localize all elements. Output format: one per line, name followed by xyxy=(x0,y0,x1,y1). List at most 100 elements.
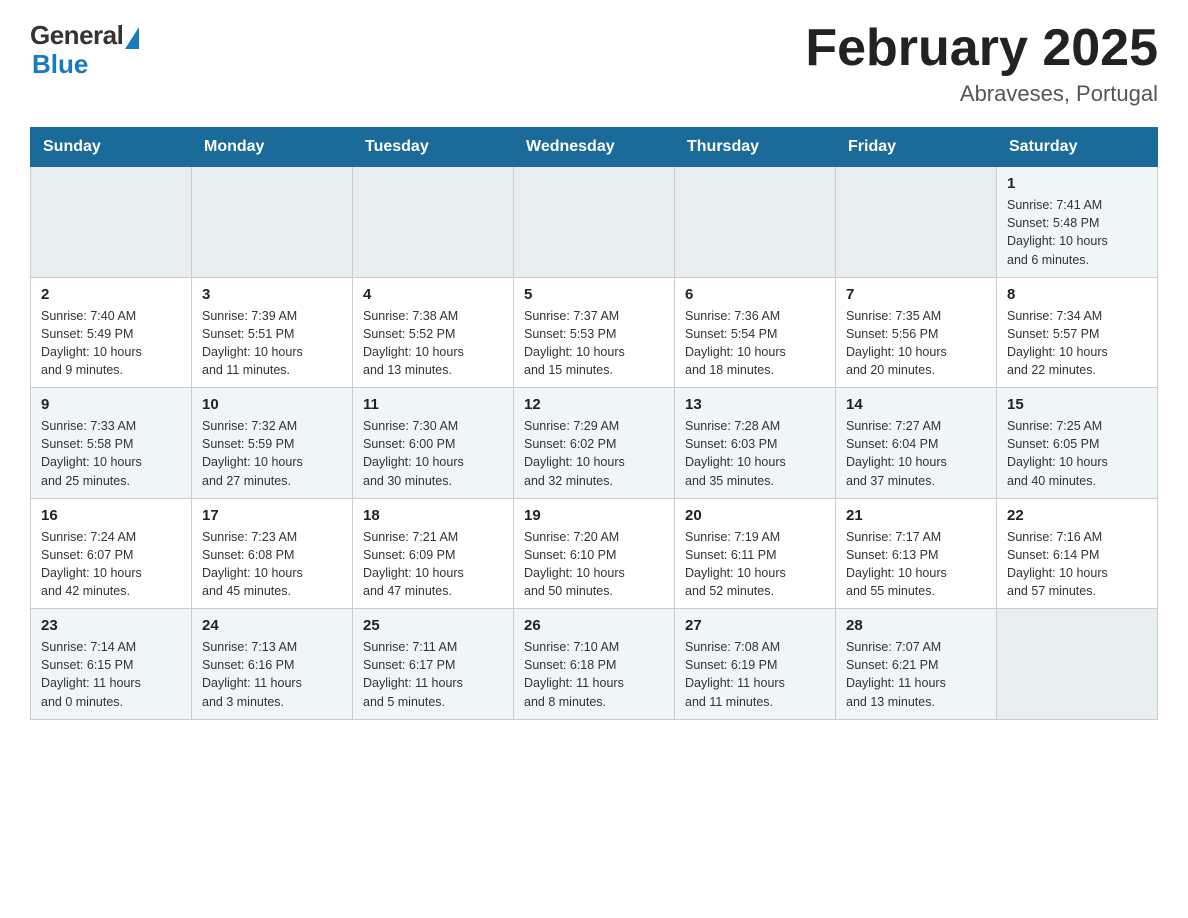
header-thursday: Thursday xyxy=(675,128,836,167)
calendar-cell xyxy=(192,167,353,278)
day-number: 24 xyxy=(202,617,342,634)
day-info: Sunrise: 7:11 AM Sunset: 6:17 PM Dayligh… xyxy=(363,638,503,711)
day-info: Sunrise: 7:33 AM Sunset: 5:58 PM Dayligh… xyxy=(41,417,181,490)
calendar-week-row: 16Sunrise: 7:24 AM Sunset: 6:07 PM Dayli… xyxy=(31,498,1158,609)
logo-triangle-icon xyxy=(125,27,139,49)
calendar-cell: 3Sunrise: 7:39 AM Sunset: 5:51 PM Daylig… xyxy=(192,277,353,388)
day-info: Sunrise: 7:14 AM Sunset: 6:15 PM Dayligh… xyxy=(41,638,181,711)
calendar-cell: 28 Sunrise: 7:07 AM Sunset: 6:21 PM Dayli… xyxy=(836,609,997,720)
calendar-week-row: 2 Sunrise: 7:40 AM Sunset: 5:49 PM Daylig… xyxy=(31,277,1158,388)
day-number: 4 xyxy=(363,286,503,303)
day-number: 9 xyxy=(41,396,181,413)
day-info: Sunrise: 7:23 AM Sunset: 6:08 PM Dayligh… xyxy=(202,528,342,601)
day-number: 13 xyxy=(685,396,825,413)
day-number: 7 xyxy=(846,286,986,303)
day-number: 18 xyxy=(363,507,503,524)
day-number: 11 xyxy=(363,396,503,413)
day-number: 28 xyxy=(846,617,986,634)
calendar-week-row: 23 Sunrise: 7:14 AM Sunset: 6:15 PM Dayli… xyxy=(31,609,1158,720)
calendar-subtitle: Abraveses, Portugal xyxy=(805,81,1158,107)
calendar-cell xyxy=(353,167,514,278)
calendar-cell: 17 Sunrise: 7:23 AM Sunset: 6:08 PM Dayli… xyxy=(192,498,353,609)
calendar-cell xyxy=(31,167,192,278)
day-number: 12 xyxy=(524,396,664,413)
calendar-cell: 11 Sunrise: 7:30 AM Sunset: 6:00 PM Dayli… xyxy=(353,388,514,499)
day-info: Sunrise: 7:19 AM Sunset: 6:11 PM Dayligh… xyxy=(685,528,825,601)
logo-blue-text: Blue xyxy=(32,51,88,77)
calendar-cell: 2 Sunrise: 7:40 AM Sunset: 5:49 PM Daylig… xyxy=(31,277,192,388)
calendar-cell: 18 Sunrise: 7:21 AM Sunset: 6:09 PM Dayli… xyxy=(353,498,514,609)
calendar-header-row: Sunday Monday Tuesday Wednesday Thursday… xyxy=(31,128,1158,167)
day-info: Sunrise: 7:40 AM Sunset: 5:49 PM Dayligh… xyxy=(41,307,181,380)
logo: General Blue xyxy=(30,20,139,77)
calendar-cell: 15 Sunrise: 7:25 AM Sunset: 6:05 PM Dayli… xyxy=(997,388,1158,499)
header-tuesday: Tuesday xyxy=(353,128,514,167)
calendar-cell: 10Sunrise: 7:32 AM Sunset: 5:59 PM Dayli… xyxy=(192,388,353,499)
day-number: 6 xyxy=(685,286,825,303)
day-info: Sunrise: 7:20 AM Sunset: 6:10 PM Dayligh… xyxy=(524,528,664,601)
day-info: Sunrise: 7:24 AM Sunset: 6:07 PM Dayligh… xyxy=(41,528,181,601)
day-number: 27 xyxy=(685,617,825,634)
day-info: Sunrise: 7:36 AM Sunset: 5:54 PM Dayligh… xyxy=(685,307,825,380)
calendar-cell: 27 Sunrise: 7:08 AM Sunset: 6:19 PM Dayli… xyxy=(675,609,836,720)
day-number: 14 xyxy=(846,396,986,413)
header-wednesday: Wednesday xyxy=(514,128,675,167)
day-info: Sunrise: 7:08 AM Sunset: 6:19 PM Dayligh… xyxy=(685,638,825,711)
day-number: 19 xyxy=(524,507,664,524)
calendar-week-row: 9 Sunrise: 7:33 AM Sunset: 5:58 PM Daylig… xyxy=(31,388,1158,499)
calendar-cell: 12 Sunrise: 7:29 AM Sunset: 6:02 PM Dayli… xyxy=(514,388,675,499)
calendar-cell: 25 Sunrise: 7:11 AM Sunset: 6:17 PM Dayli… xyxy=(353,609,514,720)
day-number: 22 xyxy=(1007,507,1147,524)
day-info: Sunrise: 7:16 AM Sunset: 6:14 PM Dayligh… xyxy=(1007,528,1147,601)
calendar-cell: 7 Sunrise: 7:35 AM Sunset: 5:56 PM Daylig… xyxy=(836,277,997,388)
calendar-cell: 16Sunrise: 7:24 AM Sunset: 6:07 PM Dayli… xyxy=(31,498,192,609)
day-info: Sunrise: 7:38 AM Sunset: 5:52 PM Dayligh… xyxy=(363,307,503,380)
day-info: Sunrise: 7:29 AM Sunset: 6:02 PM Dayligh… xyxy=(524,417,664,490)
calendar-cell: 21Sunrise: 7:17 AM Sunset: 6:13 PM Dayli… xyxy=(836,498,997,609)
calendar-cell xyxy=(675,167,836,278)
day-info: Sunrise: 7:13 AM Sunset: 6:16 PM Dayligh… xyxy=(202,638,342,711)
header-monday: Monday xyxy=(192,128,353,167)
day-info: Sunrise: 7:37 AM Sunset: 5:53 PM Dayligh… xyxy=(524,307,664,380)
calendar-cell: 1 Sunrise: 7:41 AM Sunset: 5:48 PM Daylig… xyxy=(997,167,1158,278)
day-info: Sunrise: 7:32 AM Sunset: 5:59 PM Dayligh… xyxy=(202,417,342,490)
header-sunday: Sunday xyxy=(31,128,192,167)
calendar-cell xyxy=(514,167,675,278)
page-header: General Blue February 2025 Abraveses, Po… xyxy=(30,20,1158,107)
day-info: Sunrise: 7:07 AM Sunset: 6:21 PM Dayligh… xyxy=(846,638,986,711)
day-info: Sunrise: 7:41 AM Sunset: 5:48 PM Dayligh… xyxy=(1007,196,1147,269)
calendar-cell xyxy=(836,167,997,278)
day-info: Sunrise: 7:35 AM Sunset: 5:56 PM Dayligh… xyxy=(846,307,986,380)
day-info: Sunrise: 7:27 AM Sunset: 6:04 PM Dayligh… xyxy=(846,417,986,490)
day-number: 5 xyxy=(524,286,664,303)
calendar-cell: 24 Sunrise: 7:13 AM Sunset: 6:16 PM Dayli… xyxy=(192,609,353,720)
calendar-cell: 26Sunrise: 7:10 AM Sunset: 6:18 PM Dayli… xyxy=(514,609,675,720)
calendar-cell: 6 Sunrise: 7:36 AM Sunset: 5:54 PM Daylig… xyxy=(675,277,836,388)
calendar-table: Sunday Monday Tuesday Wednesday Thursday… xyxy=(30,127,1158,720)
day-number: 23 xyxy=(41,617,181,634)
day-number: 17 xyxy=(202,507,342,524)
calendar-cell xyxy=(997,609,1158,720)
day-info: Sunrise: 7:28 AM Sunset: 6:03 PM Dayligh… xyxy=(685,417,825,490)
day-number: 2 xyxy=(41,286,181,303)
calendar-cell: 22 Sunrise: 7:16 AM Sunset: 6:14 PM Dayli… xyxy=(997,498,1158,609)
day-info: Sunrise: 7:17 AM Sunset: 6:13 PM Dayligh… xyxy=(846,528,986,601)
day-number: 15 xyxy=(1007,396,1147,413)
calendar-cell: 4 Sunrise: 7:38 AM Sunset: 5:52 PM Daylig… xyxy=(353,277,514,388)
calendar-title: February 2025 xyxy=(805,20,1158,77)
day-number: 25 xyxy=(363,617,503,634)
day-info: Sunrise: 7:30 AM Sunset: 6:00 PM Dayligh… xyxy=(363,417,503,490)
calendar-cell: 13 Sunrise: 7:28 AM Sunset: 6:03 PM Dayli… xyxy=(675,388,836,499)
calendar-cell: 23 Sunrise: 7:14 AM Sunset: 6:15 PM Dayli… xyxy=(31,609,192,720)
calendar-cell: 14 Sunrise: 7:27 AM Sunset: 6:04 PM Dayli… xyxy=(836,388,997,499)
calendar-week-row: 1 Sunrise: 7:41 AM Sunset: 5:48 PM Daylig… xyxy=(31,167,1158,278)
header-saturday: Saturday xyxy=(997,128,1158,167)
day-info: Sunrise: 7:21 AM Sunset: 6:09 PM Dayligh… xyxy=(363,528,503,601)
calendar-cell: 9 Sunrise: 7:33 AM Sunset: 5:58 PM Daylig… xyxy=(31,388,192,499)
day-number: 1 xyxy=(1007,175,1147,192)
calendar-cell: 8Sunrise: 7:34 AM Sunset: 5:57 PM Daylig… xyxy=(997,277,1158,388)
day-number: 26 xyxy=(524,617,664,634)
calendar-cell: 19 Sunrise: 7:20 AM Sunset: 6:10 PM Dayli… xyxy=(514,498,675,609)
day-info: Sunrise: 7:25 AM Sunset: 6:05 PM Dayligh… xyxy=(1007,417,1147,490)
calendar-cell: 5 Sunrise: 7:37 AM Sunset: 5:53 PM Daylig… xyxy=(514,277,675,388)
